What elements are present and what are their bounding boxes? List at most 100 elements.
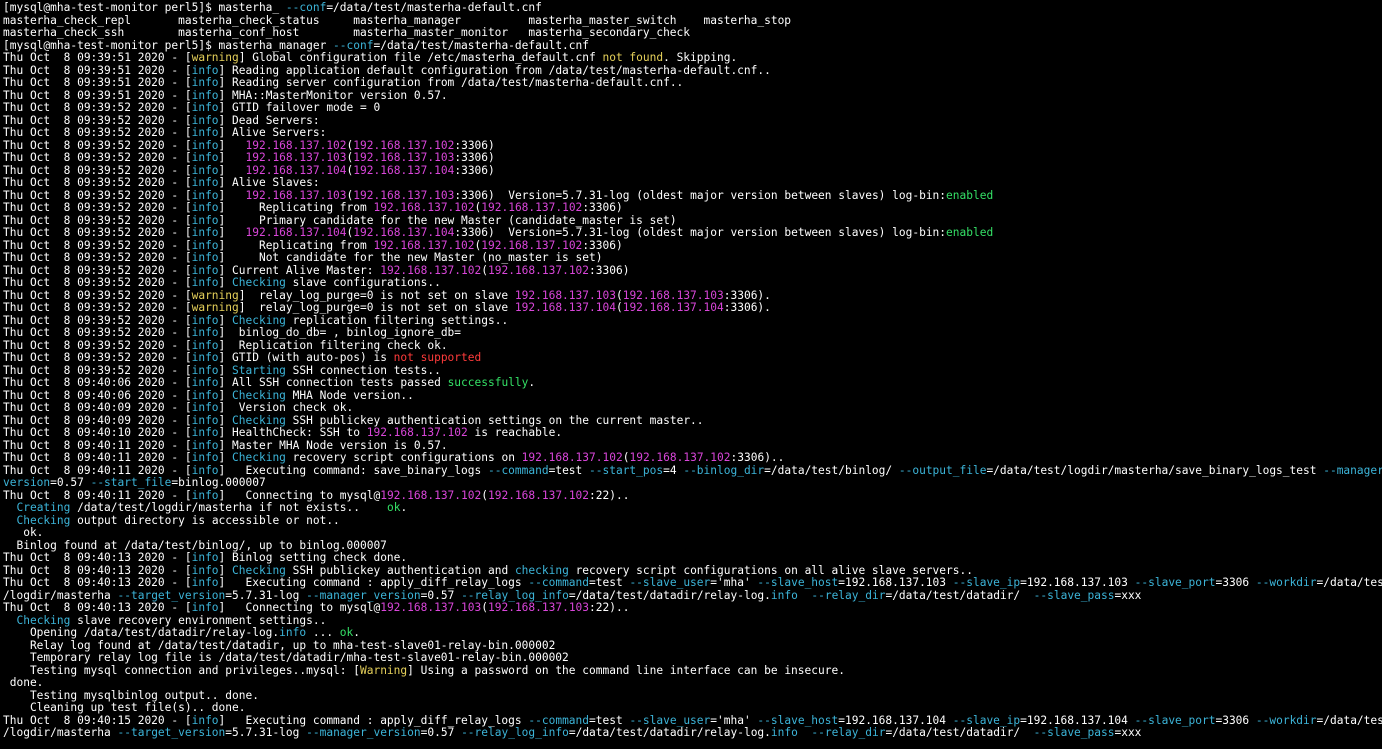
terminal-line: [mysql@mha-test-monitor perl5]$ masterha… — [3, 40, 1382, 53]
terminal-text-segment: --relay_log_info — [461, 727, 569, 739]
terminal-text-segment: =192.168.137.104 — [1020, 714, 1135, 727]
terminal-text-segment: 192.168.137.103 — [245, 189, 347, 202]
terminal-line: Thu Oct 8 09:39:52 2020 - [info] 192.168… — [3, 152, 1382, 165]
terminal-text-segment: ] HealthCheck: SSH to — [218, 427, 367, 439]
terminal-text-segment: =3306 — [1215, 714, 1256, 727]
terminal-text-segment: Thu Oct 8 09:39:52 2020 - [ — [3, 189, 192, 202]
terminal-text-segment: ] Replicating from — [218, 239, 374, 252]
terminal-line: /logdir/masterha --target_version=5.7.31… — [3, 727, 1382, 740]
terminal-text-segment: 192.168.137.102 — [380, 489, 482, 502]
terminal-output[interactable]: [mysql@mha-test-monitor perl5]$ masterha… — [0, 0, 1382, 749]
terminal-text-segment: . Skipping. — [663, 52, 738, 64]
terminal-text-segment: --slave_port — [1134, 714, 1216, 727]
terminal-text-segment: info — [191, 489, 219, 502]
terminal-text-segment: ok. — [3, 527, 44, 539]
terminal-line: Testing mysql connection and privileges.… — [3, 665, 1382, 678]
terminal-text-segment: --target_version — [117, 727, 226, 739]
terminal-text-segment: ] — [218, 414, 233, 427]
terminal-text-segment: 192.168.137.102 — [488, 489, 590, 502]
terminal-text-segment: :3306) — [582, 202, 623, 214]
terminal-text-segment: Thu Oct 8 09:39:52 2020 - [ — [3, 214, 192, 227]
terminal-text-segment: --binlog_dir — [683, 464, 765, 477]
terminal-text-segment: --workdir — [1255, 714, 1317, 727]
terminal-text-segment: --start_pos — [589, 464, 664, 477]
terminal-text-segment: ( — [481, 489, 488, 502]
terminal-text-segment: Thu Oct 8 09:40:15 2020 - [ — [3, 714, 192, 727]
terminal-text-segment: ] GTID failover mode = 0 — [218, 102, 381, 114]
terminal-text-segment: 192.168.137.103 — [514, 289, 616, 302]
terminal-text-segment: ] — [218, 364, 233, 377]
terminal-text-segment: version — [3, 477, 51, 489]
terminal-text-segment: Thu Oct 8 09:39:52 2020 - [ — [3, 352, 192, 364]
terminal-text-segment: --manager_version — [306, 589, 421, 602]
terminal-text-segment: 192.168.137.103 — [622, 289, 724, 302]
terminal-text-segment: slave recovery environment settings.. — [70, 614, 327, 627]
terminal-text-segment: Testing mysqlbinlog output.. done. — [3, 689, 259, 702]
terminal-text-segment: Thu Oct 8 09:40:11 2020 - [ — [3, 464, 192, 477]
terminal-text-segment: ] — [218, 152, 246, 164]
terminal-text-segment: not found — [602, 52, 664, 64]
terminal-line: Thu Oct 8 09:39:52 2020 - [info] Dead Se… — [3, 115, 1382, 128]
terminal-text-segment: Testing mysql connection and privileges.… — [3, 664, 360, 677]
terminal-line: Thu Oct 8 09:39:52 2020 - [info] 192.168… — [3, 190, 1382, 203]
terminal-text-segment: info — [191, 64, 219, 77]
terminal-text-segment: =/data/test/logdir/masterha/save_binary_… — [986, 464, 1324, 477]
terminal-line: Thu Oct 8 09:39:52 2020 - [info] GTID (w… — [3, 352, 1382, 365]
terminal-text-segment: info — [191, 177, 219, 189]
terminal-line: Thu Oct 8 09:40:06 2020 - [info] Checkin… — [3, 390, 1382, 403]
terminal-text-segment: --slave_port — [1134, 577, 1216, 589]
terminal-text-segment: ] — [218, 452, 233, 464]
terminal-text-segment: =test — [548, 464, 590, 477]
terminal-text-segment: ( — [615, 289, 623, 302]
terminal-text-segment: enabled — [946, 227, 994, 239]
terminal-text-segment: 192.168.137.103 — [488, 602, 590, 614]
terminal-text-segment: info — [191, 427, 219, 439]
terminal-text-segment: MHA Node version.. — [285, 389, 414, 402]
terminal-text-segment: 192.168.137.103 — [353, 152, 455, 164]
terminal-text-segment: Checking — [232, 389, 286, 402]
terminal-text-segment: --output_file — [898, 464, 987, 477]
terminal-text-segment: :3306). — [723, 289, 771, 302]
terminal-text-segment: Thu Oct 8 09:40:09 2020 - [ — [3, 402, 192, 414]
terminal-text-segment: /logdir/masterha — [3, 589, 118, 602]
terminal-text-segment: Checking — [232, 564, 286, 577]
terminal-text-segment: Thu Oct 8 09:39:51 2020 - [ — [3, 52, 192, 64]
terminal-text-segment: 192.168.137.103 — [353, 189, 455, 202]
terminal-line: masterha_check_ssh masterha_conf_host ma… — [3, 27, 1382, 40]
terminal-line: version=0.57 --start_file=binlog.000007 — [3, 477, 1382, 490]
terminal-text-segment: 192.168.137.104 — [353, 227, 455, 239]
terminal-text-segment: ] Dead Servers: — [218, 114, 320, 127]
terminal-text-segment: info — [191, 402, 219, 414]
terminal-text-segment: Thu Oct 8 09:40:13 2020 - [ — [3, 552, 192, 564]
terminal-text-segment: info — [191, 264, 219, 277]
terminal-text-segment: :3306) — [589, 264, 630, 277]
terminal-text-segment: Thu Oct 8 09:39:52 2020 - [ — [3, 289, 192, 302]
terminal-text-segment: info — [191, 414, 219, 427]
terminal-text-segment: ] Primary candidate for the new Master (… — [218, 214, 677, 227]
terminal-text-segment: ] Master MHA Node version is 0.57. — [218, 439, 448, 452]
terminal-text-segment: masterha_check_ssh masterha_conf_host ma… — [3, 27, 691, 39]
terminal-line: Thu Oct 8 09:39:52 2020 - [warning] rela… — [3, 290, 1382, 303]
terminal-text-segment: 192.168.137.102 — [373, 239, 475, 252]
terminal-text-segment: info — [191, 89, 219, 102]
terminal-text-segment: ] Binlog setting check done. — [218, 552, 408, 564]
terminal-text-segment: . — [353, 627, 361, 639]
terminal-text-segment: --slave_ip — [952, 577, 1021, 589]
terminal-line: Thu Oct 8 09:39:52 2020 - [warning] rela… — [3, 302, 1382, 315]
terminal-text-segment: Thu Oct 8 09:39:52 2020 - [ — [3, 102, 192, 114]
terminal-text-segment: recovery script configurations on — [285, 452, 522, 464]
terminal-text-segment: info — [191, 389, 219, 402]
terminal-text-segment: Creating — [16, 502, 71, 514]
terminal-line: /logdir/masterha --target_version=5.7.31… — [3, 590, 1382, 603]
terminal-text-segment: 192.168.137.102 — [353, 139, 455, 152]
terminal-text-segment: ] — [218, 139, 246, 152]
terminal-text-segment: --target_version — [117, 589, 226, 602]
terminal-line: ok. — [3, 527, 1382, 540]
terminal-text-segment: 192.168.137.102 — [373, 202, 475, 214]
terminal-text-segment: Thu Oct 8 09:39:51 2020 - [ — [3, 77, 192, 89]
terminal-text-segment: ] GTID (with auto-pos) is — [218, 352, 394, 364]
terminal-line: Thu Oct 8 09:39:52 2020 - [info] Primary… — [3, 215, 1382, 228]
